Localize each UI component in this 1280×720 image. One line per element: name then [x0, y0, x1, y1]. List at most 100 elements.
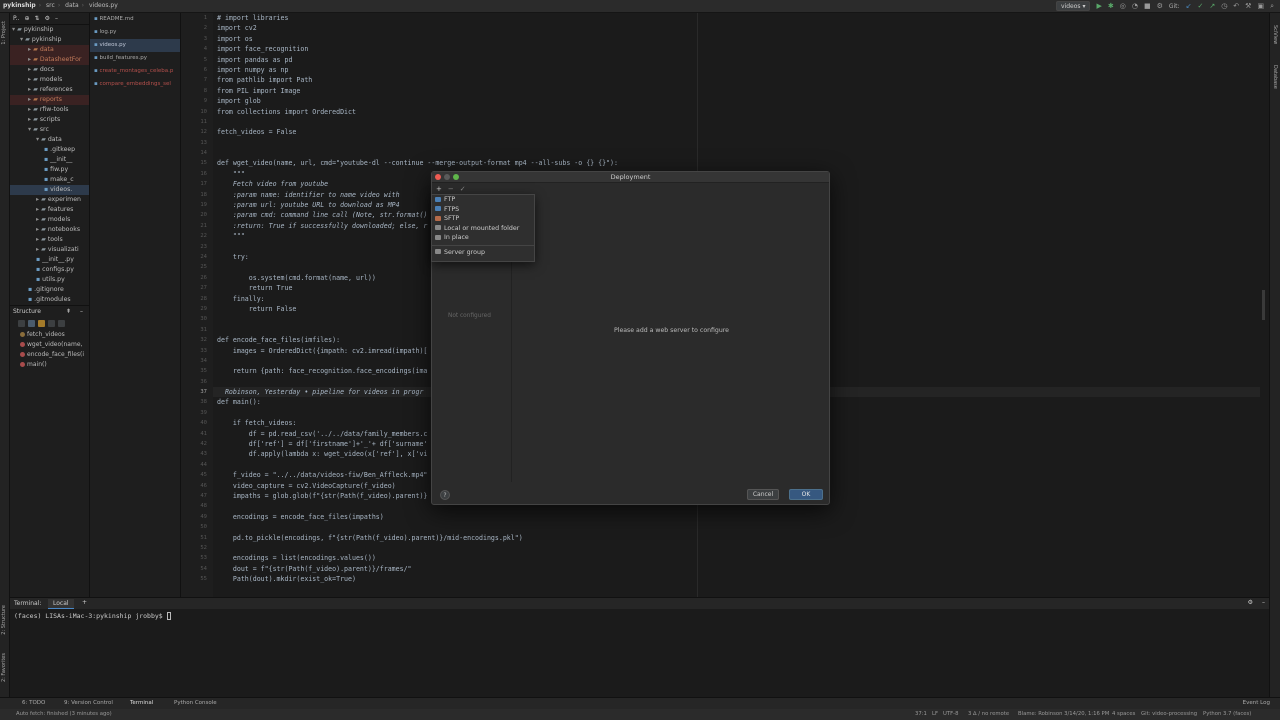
structure-item[interactable]: encode_face_files(i: [10, 350, 89, 360]
project-tree-item[interactable]: ▾ ▰ pykinship: [10, 25, 89, 35]
python-interpreter[interactable]: Python 3.7 (faces): [1203, 711, 1251, 717]
collapse-all-icon[interactable]: [58, 320, 65, 327]
cancel-button[interactable]: Cancel: [747, 489, 779, 500]
tool-version-control[interactable]: 9: Version Control: [64, 700, 113, 706]
ok-button[interactable]: OK: [789, 489, 823, 500]
hide-icon[interactable]: –: [55, 15, 58, 22]
popup-item-server-group[interactable]: Server group: [432, 248, 534, 258]
minimize-window-icon[interactable]: [444, 174, 450, 180]
search-icon[interactable]: ⌕: [1270, 1, 1274, 11]
git-branch[interactable]: Git: video-processing: [1141, 711, 1197, 717]
project-tree-item[interactable]: ▪ __init__: [10, 155, 89, 165]
set-default-icon[interactable]: ✓: [460, 185, 466, 193]
project-tree-item[interactable]: ▪ .gitignore: [10, 285, 89, 295]
open-file-item[interactable]: ▪ README.md: [90, 13, 180, 26]
project-tree-item[interactable]: ▪ __init__.py: [10, 255, 89, 265]
project-tree-item[interactable]: ▸ ▰ references: [10, 85, 89, 95]
history-icon[interactable]: ◷: [1221, 1, 1227, 11]
tab-structure[interactable]: 2: Structure: [1, 605, 7, 635]
git-push-icon[interactable]: ↗: [1209, 1, 1215, 11]
layout-icon[interactable]: ▣: [1257, 1, 1264, 11]
project-tree-item[interactable]: ▸ ▰ tools: [10, 235, 89, 245]
remove-server-icon[interactable]: −: [448, 185, 454, 193]
popup-item[interactable]: FTP: [432, 195, 534, 205]
project-panel-title[interactable]: P..: [13, 15, 20, 22]
debug-icon[interactable]: ✱: [1108, 1, 1114, 11]
git-update-icon[interactable]: ↙: [1186, 1, 1192, 11]
git-blame[interactable]: Blame: Robinson 3/14/20, 1:16 PM: [1018, 711, 1109, 717]
add-terminal-button[interactable]: +: [82, 599, 87, 606]
profile-icon[interactable]: ◔: [1132, 1, 1138, 11]
maximize-window-icon[interactable]: [453, 174, 459, 180]
run-icon[interactable]: ▶: [1096, 1, 1101, 11]
terminal-gear-icon[interactable]: ⚙: [1248, 599, 1253, 606]
project-tree-item[interactable]: ▸ ▰ experimen: [10, 195, 89, 205]
sort-icon[interactable]: ⇞: [66, 308, 71, 315]
build-icon[interactable]: ⚙: [1157, 1, 1163, 11]
add-server-icon[interactable]: +: [436, 185, 442, 193]
coverage-icon[interactable]: ◎: [1120, 1, 1126, 11]
project-tree-item[interactable]: ▸ ▰ scripts: [10, 115, 89, 125]
expand-icon[interactable]: [48, 320, 55, 327]
breadcrumb-data[interactable]: data: [65, 2, 79, 9]
project-tree-item[interactable]: ▸ ▰ reports: [10, 95, 89, 105]
git-commit-icon[interactable]: ✓: [1197, 1, 1203, 11]
status-message[interactable]: Auto fetch: finished (3 minutes ago): [16, 711, 112, 717]
project-tree-item[interactable]: ▪ videos.: [10, 185, 89, 195]
tool-python-console[interactable]: Python Console: [174, 700, 217, 706]
popup-item[interactable]: SFTP: [432, 214, 534, 224]
indent-setting[interactable]: 4 spaces: [1112, 711, 1135, 717]
project-tree-item[interactable]: ▸ ▰ DatasheetFor: [10, 55, 89, 65]
tab-sciview[interactable]: SciView: [1272, 25, 1278, 44]
project-tree-item[interactable]: ▸ ▰ docs: [10, 65, 89, 75]
collapse-icon[interactable]: ⇅: [35, 15, 40, 22]
project-tree-item[interactable]: ▾ ▰ data: [10, 135, 89, 145]
project-tree-item[interactable]: ▸ ▰ features: [10, 205, 89, 215]
project-tree-item[interactable]: ▸ ▰ models: [10, 215, 89, 225]
structure-item[interactable]: fetch_videos: [10, 330, 89, 340]
open-file-item[interactable]: ▪ videos.py: [90, 39, 180, 52]
git-remote-status[interactable]: 3 ∆ / no remote: [968, 711, 1009, 717]
project-tree-item[interactable]: ▾ ▰ pykinship: [10, 35, 89, 45]
tab-favorites[interactable]: 2: Favorites: [1, 653, 7, 682]
popup-item[interactable]: FTPS: [432, 205, 534, 215]
open-file-item[interactable]: ▪ compare_embeddings_sel: [90, 78, 180, 91]
show-fields-icon[interactable]: [38, 320, 45, 327]
editor-scrollbar[interactable]: [1262, 290, 1265, 320]
project-tree-item[interactable]: ▪ utils.py: [10, 275, 89, 285]
project-tree-item[interactable]: ▪ .gitkeep: [10, 145, 89, 155]
structure-item[interactable]: main(): [10, 360, 89, 370]
open-file-item[interactable]: ▪ log.py: [90, 26, 180, 39]
project-tree-item[interactable]: ▪ make_c: [10, 175, 89, 185]
breadcrumb-src[interactable]: src: [46, 2, 55, 9]
popup-item[interactable]: In place: [432, 233, 534, 243]
rollback-icon[interactable]: ↶: [1233, 1, 1239, 11]
terminal-hide-icon[interactable]: –: [1262, 599, 1265, 606]
project-tree-item[interactable]: ▪ fiw.py: [10, 165, 89, 175]
project-tree-item[interactable]: ▪ .gitmodules: [10, 295, 89, 305]
popup-item[interactable]: Local or mounted folder: [432, 224, 534, 234]
project-tree-item[interactable]: ▾ ▰ src: [10, 125, 89, 135]
add-icon[interactable]: ⊕: [25, 15, 30, 22]
project-tree-item[interactable]: ▸ ▰ notebooks: [10, 225, 89, 235]
help-button[interactable]: ?: [440, 490, 450, 500]
breadcrumb-project[interactable]: pykinship: [3, 2, 36, 9]
project-tree-item[interactable]: ▸ ▰ data: [10, 45, 89, 55]
tab-project[interactable]: 1: Project: [1, 21, 7, 45]
gear-icon[interactable]: ⚙: [45, 15, 50, 22]
sort-alpha-icon[interactable]: [18, 320, 25, 327]
line-separator[interactable]: LF: [932, 711, 938, 717]
open-file-item[interactable]: ▪ create_montages_celeba.p: [90, 65, 180, 78]
filter-icon[interactable]: [28, 320, 35, 327]
hide-structure-icon[interactable]: –: [80, 308, 83, 315]
project-tree-item[interactable]: ▸ ▰ visualizati: [10, 245, 89, 255]
settings-icon[interactable]: ⚒: [1245, 1, 1251, 11]
terminal[interactable]: (faces) LISAs-iMac-3:pykinship jrobby$: [10, 609, 1269, 697]
file-encoding[interactable]: UTF-8: [943, 711, 958, 717]
project-tree-item[interactable]: ▸ ▰ models: [10, 75, 89, 85]
tool-event-log[interactable]: Event Log: [1243, 700, 1270, 706]
tab-database[interactable]: Database: [1272, 65, 1278, 89]
structure-item[interactable]: wget_video(name,: [10, 340, 89, 350]
stop-icon[interactable]: ■: [1144, 1, 1151, 11]
project-tree-item[interactable]: ▪ configs.py: [10, 265, 89, 275]
